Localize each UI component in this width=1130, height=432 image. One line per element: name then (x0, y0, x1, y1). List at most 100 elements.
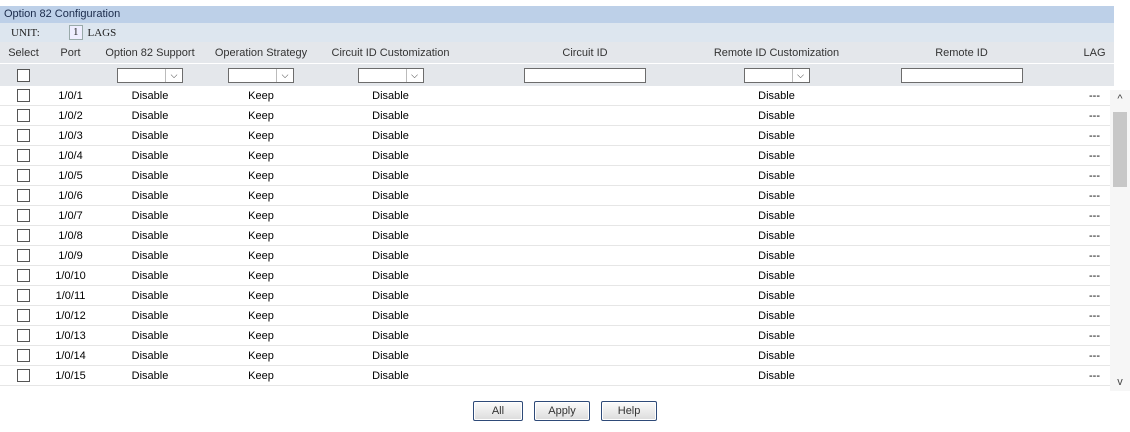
table-row[interactable]: 1/0/13 Disable Keep Disable Disable --- (0, 325, 1114, 346)
table-row[interactable]: 1/0/12 Disable Keep Disable Disable --- (0, 305, 1114, 326)
remote-id-cell (848, 86, 1075, 106)
apply-button[interactable]: Apply (534, 401, 590, 421)
operation-strategy-cell: Keep (206, 305, 316, 326)
option82-support-select[interactable]: ⌵ (117, 67, 183, 83)
row-select-checkbox[interactable] (17, 149, 30, 162)
option82-support-cell: Disable (94, 305, 206, 326)
scroll-down-icon[interactable]: v (1110, 373, 1130, 391)
filter-row: ⌵ ⌵ ⌵ ⌵ (0, 63, 1114, 86)
remote-id-customization-cell: Disable (705, 365, 848, 386)
help-button[interactable]: Help (601, 401, 658, 421)
all-button[interactable]: All (472, 401, 523, 421)
row-select-checkbox[interactable] (17, 369, 30, 382)
port-cell: 1/0/4 (47, 145, 94, 166)
remote-id-customization-cell: Disable (705, 145, 848, 166)
port-cell: 1/0/8 (47, 225, 94, 246)
remote-id-customization-cell: Disable (705, 225, 848, 246)
circuit-id-cell (465, 265, 705, 286)
table-row[interactable]: 1/0/4 Disable Keep Disable Disable --- (0, 145, 1114, 166)
circuit-id-cell (465, 365, 705, 386)
lag-cell: --- (1075, 185, 1114, 206)
table-row[interactable]: 1/0/2 Disable Keep Disable Disable --- (0, 105, 1114, 126)
operation-strategy-cell: Keep (206, 185, 316, 206)
header-row: Select Port Option 82 Support Operation … (0, 42, 1114, 64)
row-select-checkbox[interactable] (17, 229, 30, 242)
remote-id-input[interactable] (900, 67, 1023, 83)
remote-id-customization-cell: Disable (705, 305, 848, 326)
unit-label: UNIT: (11, 26, 40, 39)
header-circuit-id: Circuit ID (465, 42, 705, 64)
remote-id-cell (848, 205, 1075, 226)
header-option82-support: Option 82 Support (94, 42, 206, 64)
select-all-checkbox[interactable] (17, 68, 30, 82)
row-select-checkbox[interactable] (17, 289, 30, 302)
unit-1-button[interactable]: 1 (69, 25, 83, 40)
lag-cell: --- (1075, 285, 1114, 306)
row-select-checkbox[interactable] (17, 209, 30, 222)
circuit-id-cell (465, 125, 705, 146)
option82-support-cell: Disable (94, 165, 206, 186)
option82-support-cell: Disable (94, 145, 206, 166)
table-row[interactable]: 1/0/7 Disable Keep Disable Disable --- (0, 205, 1114, 226)
circuit-id-cell (465, 225, 705, 246)
operation-strategy-cell: Keep (206, 245, 316, 266)
option82-support-cell: Disable (94, 285, 206, 306)
table-row[interactable]: 1/0/14 Disable Keep Disable Disable --- (0, 345, 1114, 366)
row-select-checkbox[interactable] (17, 309, 30, 322)
circuit-id-customization-cell: Disable (316, 265, 465, 286)
remote-id-customization-cell: Disable (705, 86, 848, 106)
table-row[interactable]: 1/0/1 Disable Keep Disable Disable --- (0, 86, 1114, 106)
table-row[interactable]: 1/0/9 Disable Keep Disable Disable --- (0, 245, 1114, 266)
circuit-id-customization-cell: Disable (316, 305, 465, 326)
table-row[interactable]: 1/0/3 Disable Keep Disable Disable --- (0, 125, 1114, 146)
remote-id-customization-select[interactable]: ⌵ (743, 67, 810, 83)
option82-support-cell: Disable (94, 365, 206, 386)
option82-support-cell: Disable (94, 225, 206, 246)
scroll-up-icon[interactable]: ^ (1110, 90, 1130, 108)
remote-id-customization-cell: Disable (705, 265, 848, 286)
chevron-down-icon: ⌵ (791, 68, 809, 82)
lags-link[interactable]: LAGS (88, 27, 117, 39)
operation-strategy-cell: Keep (206, 125, 316, 146)
row-select-checkbox[interactable] (17, 269, 30, 282)
header-remote-id: Remote ID (848, 42, 1075, 64)
remote-id-cell (848, 245, 1075, 266)
row-select-checkbox[interactable] (17, 249, 30, 262)
table-row[interactable]: 1/0/6 Disable Keep Disable Disable --- (0, 185, 1114, 206)
remote-id-customization-cell: Disable (705, 185, 848, 206)
port-cell: 1/0/15 (47, 365, 94, 386)
remote-id-customization-cell: Disable (705, 205, 848, 226)
row-select-checkbox[interactable] (17, 349, 30, 362)
table-row[interactable]: 1/0/15 Disable Keep Disable Disable --- (0, 365, 1114, 386)
table-scrollbar[interactable]: ^ v (1110, 90, 1130, 391)
circuit-id-customization-cell: Disable (316, 365, 465, 386)
circuit-id-customization-cell: Disable (316, 125, 465, 146)
circuit-id-cell (465, 165, 705, 186)
lag-cell: --- (1075, 225, 1114, 246)
row-select-checkbox[interactable] (17, 189, 30, 202)
remote-id-customization-cell: Disable (705, 245, 848, 266)
table-row[interactable]: 1/0/8 Disable Keep Disable Disable --- (0, 225, 1114, 246)
circuit-id-customization-select[interactable]: ⌵ (357, 67, 424, 83)
chevron-down-icon: ⌵ (405, 68, 423, 82)
port-cell: 1/0/9 (47, 245, 94, 266)
port-cell: 1/0/6 (47, 185, 94, 206)
scroll-thumb[interactable] (1113, 112, 1127, 187)
option82-support-cell: Disable (94, 245, 206, 266)
row-select-checkbox[interactable] (17, 329, 30, 342)
table-row[interactable]: 1/0/10 Disable Keep Disable Disable --- (0, 265, 1114, 286)
remote-id-cell (848, 225, 1075, 246)
remote-id-customization-cell: Disable (705, 325, 848, 346)
circuit-id-cell (465, 86, 705, 106)
table-row[interactable]: 1/0/11 Disable Keep Disable Disable --- (0, 285, 1114, 306)
row-select-checkbox[interactable] (17, 169, 30, 182)
row-select-checkbox[interactable] (17, 129, 30, 142)
header-port: Port (47, 42, 94, 64)
option82-support-cell: Disable (94, 345, 206, 366)
operation-strategy-select[interactable]: ⌵ (228, 67, 294, 83)
table-row[interactable]: 1/0/5 Disable Keep Disable Disable --- (0, 165, 1114, 186)
circuit-id-input[interactable] (524, 67, 646, 83)
circuit-id-cell (465, 305, 705, 326)
row-select-checkbox[interactable] (17, 109, 30, 122)
row-select-checkbox[interactable] (17, 89, 30, 102)
